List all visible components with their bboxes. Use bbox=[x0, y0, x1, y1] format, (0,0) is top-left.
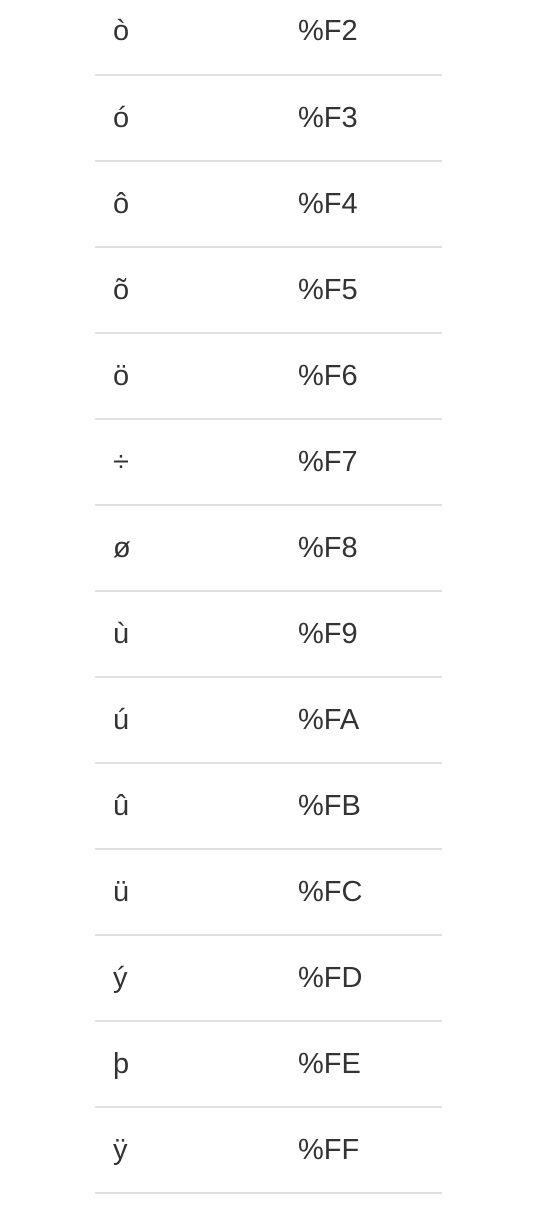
table-row: ö %F6 bbox=[95, 333, 442, 420]
encoding-cell: %FD bbox=[298, 935, 442, 1022]
character-cell: ø bbox=[95, 505, 298, 592]
table-row: ù %F9 bbox=[95, 591, 442, 678]
character-cell: ù bbox=[95, 591, 298, 678]
table-row: û %FB bbox=[95, 763, 442, 850]
encoding-cell: %F8 bbox=[298, 505, 442, 592]
character-cell: þ bbox=[95, 1021, 298, 1108]
table-row: ü %FC bbox=[95, 849, 442, 936]
encoding-table-body: ò %F2 ó %F3 ô %F4 õ %F5 ö %F6 ÷ %F7 ø %F… bbox=[95, 0, 442, 1194]
encoding-cell: %FB bbox=[298, 763, 442, 850]
table-row: ò %F2 bbox=[95, 0, 442, 76]
character-cell: õ bbox=[95, 247, 298, 334]
character-cell: ÷ bbox=[95, 419, 298, 506]
table-row: ú %FA bbox=[95, 677, 442, 764]
character-cell: ó bbox=[95, 75, 298, 162]
encoding-cell: %F4 bbox=[298, 161, 442, 248]
character-cell: û bbox=[95, 763, 298, 850]
table-row: ø %F8 bbox=[95, 505, 442, 592]
encoding-cell: %F9 bbox=[298, 591, 442, 678]
table-row: ó %F3 bbox=[95, 75, 442, 162]
character-cell: ô bbox=[95, 161, 298, 248]
encoding-cell: %F7 bbox=[298, 419, 442, 506]
table-row: ô %F4 bbox=[95, 161, 442, 248]
table-row: ÷ %F7 bbox=[95, 419, 442, 506]
character-cell: ò bbox=[95, 0, 298, 76]
encoding-cell: %F2 bbox=[298, 0, 442, 76]
character-cell: ý bbox=[95, 935, 298, 1022]
character-cell: ú bbox=[95, 677, 298, 764]
table-row: õ %F5 bbox=[95, 247, 442, 334]
character-cell: ö bbox=[95, 333, 298, 420]
encoding-cell: %F6 bbox=[298, 333, 442, 420]
url-encoding-table: ò %F2 ó %F3 ô %F4 õ %F5 ö %F6 ÷ %F7 ø %F… bbox=[95, 0, 442, 1194]
encoding-cell: %FC bbox=[298, 849, 442, 936]
encoding-cell: %FE bbox=[298, 1021, 442, 1108]
character-cell: ÿ bbox=[95, 1107, 298, 1194]
table-row: ý %FD bbox=[95, 935, 442, 1022]
table-row: ÿ %FF bbox=[95, 1107, 442, 1194]
encoding-cell: %FA bbox=[298, 677, 442, 764]
character-cell: ü bbox=[95, 849, 298, 936]
table-row: þ %FE bbox=[95, 1021, 442, 1108]
encoding-cell: %F3 bbox=[298, 75, 442, 162]
encoding-cell: %FF bbox=[298, 1107, 442, 1194]
encoding-cell: %F5 bbox=[298, 247, 442, 334]
